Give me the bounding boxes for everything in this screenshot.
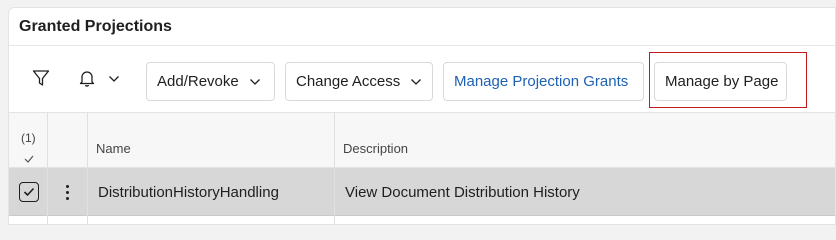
more-options-icon[interactable]	[61, 180, 73, 204]
chevron-down-icon[interactable]	[107, 74, 121, 84]
chevron-down-icon	[249, 78, 261, 86]
manage-by-page-button[interactable]: Manage by Page	[654, 62, 787, 101]
bell-icon[interactable]	[77, 68, 97, 88]
column-header-description[interactable]: Description	[343, 141, 408, 156]
filter-icon[interactable]	[31, 68, 51, 88]
table-row[interactable]: DistributionHistoryHandling View Documen…	[9, 168, 835, 216]
manage-by-page-label: Manage by Page	[665, 73, 779, 90]
table-header: (1) Name Description	[9, 112, 835, 168]
cell-name: DistributionHistoryHandling	[98, 184, 279, 201]
add-revoke-button[interactable]: Add/Revoke	[146, 62, 275, 101]
cell-description: View Document Distribution History	[345, 184, 580, 201]
granted-projections-panel: Granted Projections Add/Revoke Change Ac…	[8, 7, 836, 225]
change-access-button[interactable]: Change Access	[285, 62, 433, 101]
column-divider	[87, 112, 88, 224]
column-divider	[47, 112, 48, 224]
change-access-label: Change Access	[296, 73, 401, 90]
selected-count: (1)	[21, 131, 36, 145]
manage-projection-grants-label: Manage Projection Grants	[454, 73, 629, 90]
add-revoke-label: Add/Revoke	[157, 73, 239, 90]
table-empty-area	[9, 216, 835, 224]
row-checkbox[interactable]	[19, 182, 39, 202]
toolbar: Add/Revoke Change Access Manage Projecti…	[9, 46, 835, 112]
panel-title: Granted Projections	[19, 18, 172, 35]
select-all-check-icon[interactable]	[24, 150, 34, 168]
column-header-name[interactable]: Name	[96, 141, 131, 156]
chevron-down-icon	[410, 78, 422, 86]
manage-projection-grants-button[interactable]: Manage Projection Grants	[443, 62, 644, 101]
column-divider	[334, 112, 335, 224]
